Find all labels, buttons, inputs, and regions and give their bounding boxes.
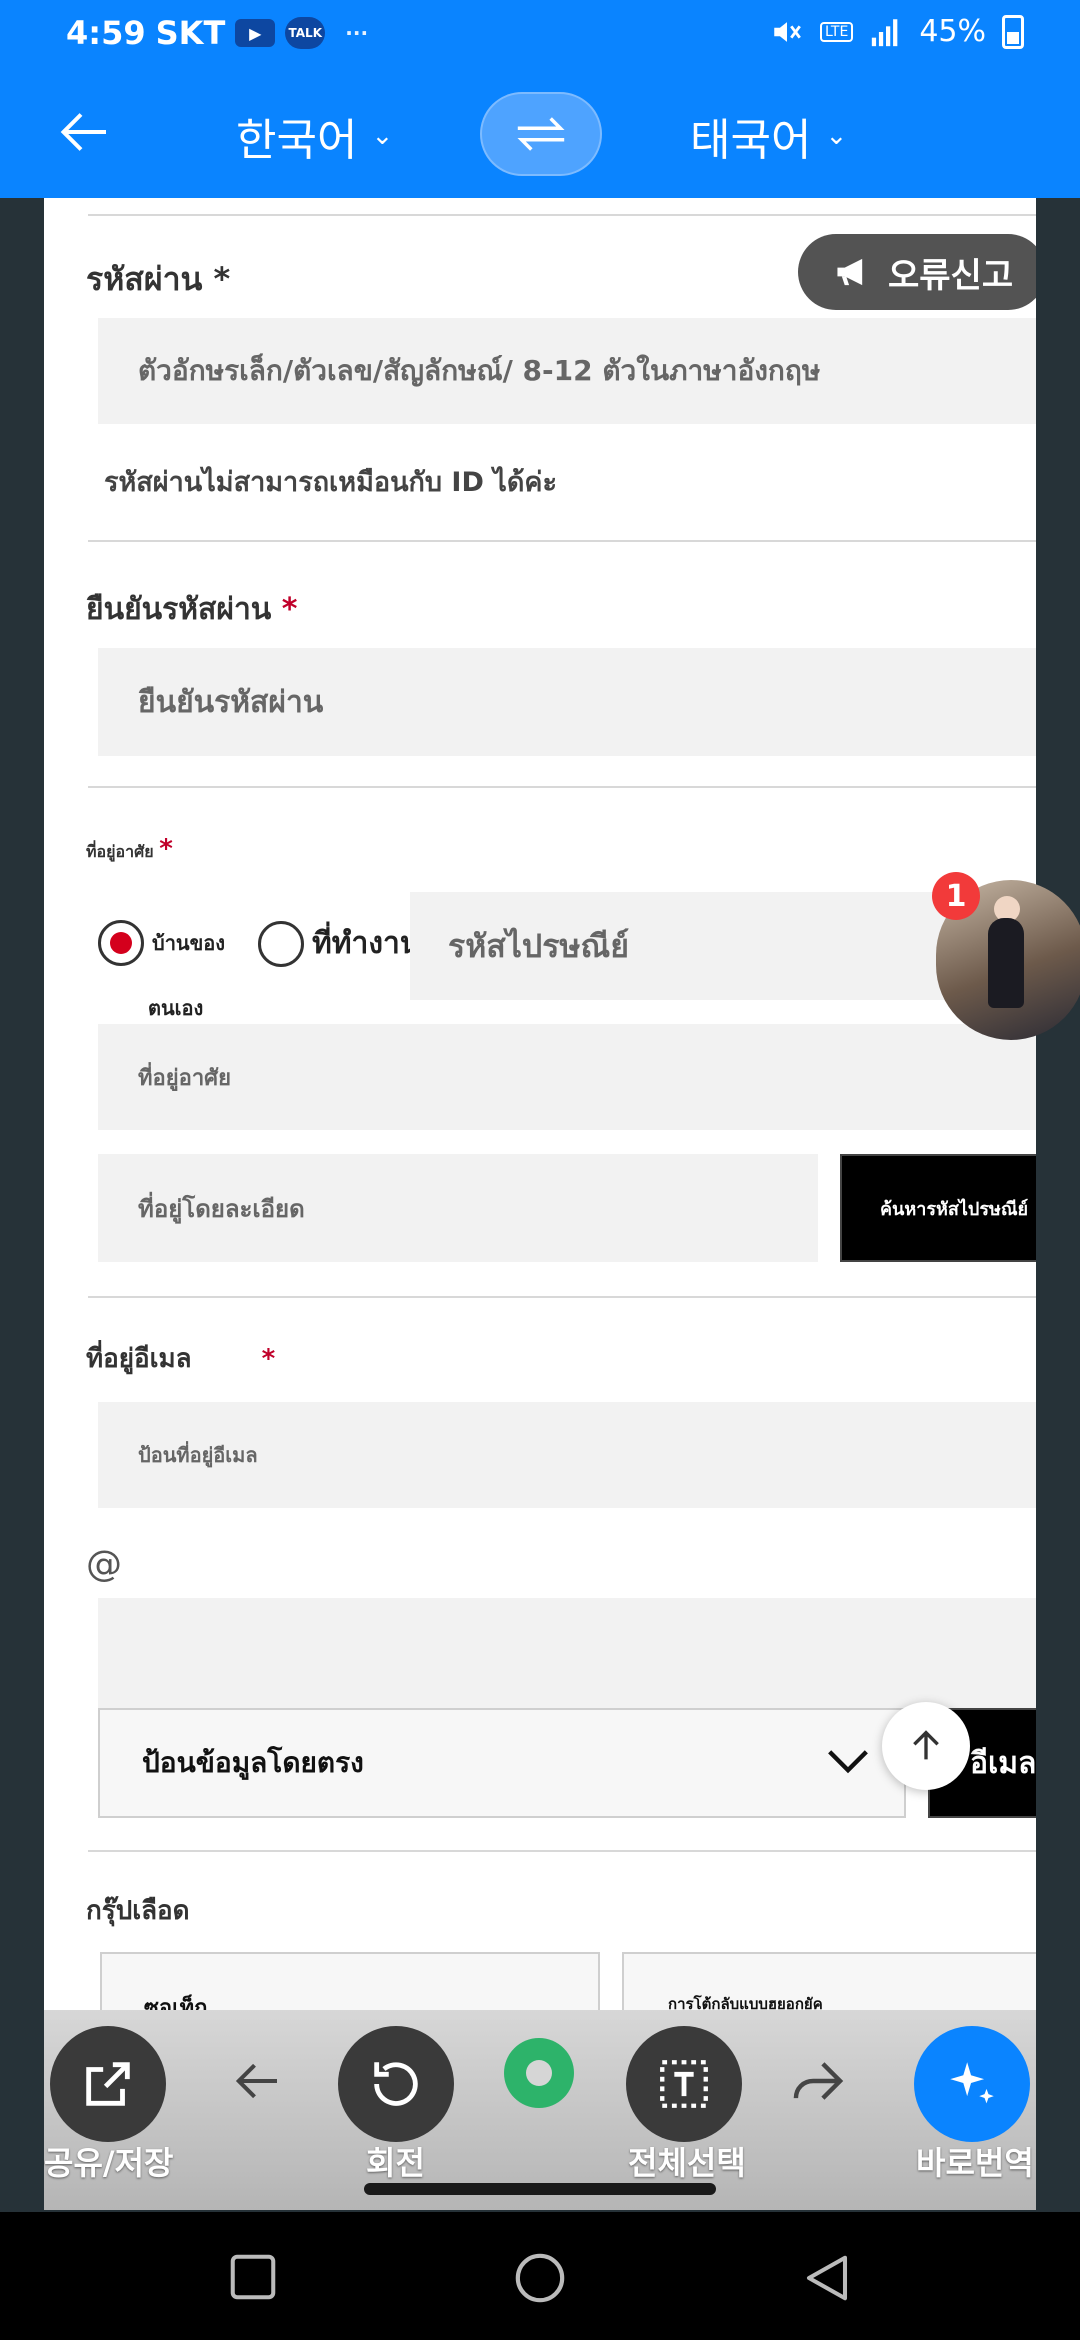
instant-translate-button[interactable] [914, 2026, 1030, 2142]
divider [88, 1850, 1036, 1852]
home-indicator [364, 2183, 716, 2195]
email-domain-select[interactable]: ป้อนข้อมูลโดยตรง [98, 1708, 906, 1818]
select-all-label: 전체선택 [628, 2144, 746, 2182]
system-nav-bar [0, 2212, 1080, 2340]
select-all-button[interactable] [626, 2026, 742, 2142]
chevron-down-icon: ⌄ [825, 121, 848, 151]
record-button[interactable] [504, 2038, 574, 2108]
detailed-address-input[interactable]: ที่อยู่โดยละเอียด [98, 1154, 818, 1262]
mute-icon [774, 21, 801, 42]
text-select-icon [660, 2060, 708, 2108]
password-note: รหัสผ่านไม่สามารถเหมือนกับ ID ได้ค่ะ [104, 467, 557, 498]
rotate-icon [374, 2062, 418, 2106]
radio-home-label-2: ตนเอง [148, 996, 204, 1020]
back-triangle-icon[interactable] [800, 2250, 854, 2306]
redo-arrow-icon[interactable] [788, 2054, 848, 2108]
confirm-password-input[interactable]: ยืนยันรหัสผ่าน [98, 648, 1036, 756]
rotate-label: 회전 [366, 2144, 425, 2182]
status-bar: 4:59 SKT ▶ TALK ··· LTE 45% [0, 0, 1080, 70]
chevron-down-icon [828, 1750, 868, 1774]
swap-languages-button[interactable] [480, 92, 602, 176]
bottom-toolbar: 공유/저장 회전 전체선택 바로번역 [44, 2010, 1036, 2210]
swap-icon [517, 117, 565, 151]
email-domain-input[interactable] [98, 1598, 1036, 1708]
password-input[interactable]: ตัวอักษรเล็ก/ตัวเลข/สัญลักษณ์/ 8-12 ตัวใ… [98, 318, 1036, 424]
divider [88, 214, 1036, 216]
home-icon[interactable] [512, 2250, 568, 2306]
app-header: 4:59 SKT ▶ TALK ··· LTE 45% 한국어 ⌄ 태국어 ⌄ [0, 0, 1080, 198]
talk-icon: TALK [285, 17, 326, 49]
postal-search-button[interactable]: ค้นหารหัสไปรษณีย์ [840, 1154, 1036, 1262]
clock: 4:59 [66, 14, 146, 52]
blood-rh-select[interactable]: การโต้กลับแบบฮยอกยัค [622, 1952, 1036, 2011]
youtube-icon: ▶ [235, 19, 276, 47]
at-sign: @ [86, 1544, 122, 1585]
recent-apps-icon[interactable] [226, 2250, 280, 2304]
chevron-down-icon: ⌄ [371, 121, 394, 151]
back-arrow-icon[interactable] [56, 102, 116, 162]
target-language-select[interactable]: 태국어 ⌄ [690, 104, 847, 168]
battery-percent: 45% [919, 14, 986, 49]
radio-workplace[interactable]: ที่ทำงาน [258, 920, 420, 967]
share-save-button[interactable] [50, 2026, 166, 2142]
email-label: ที่อยู่อีเมล * [86, 1344, 276, 1374]
target-language-label: 태국어 [690, 115, 812, 166]
battery-icon [1002, 14, 1024, 49]
share-save-label: 공유/저장 [44, 2144, 174, 2182]
more-notifications-icon: ··· [345, 21, 369, 45]
address-input[interactable]: ที่อยู่อาศัย [98, 1024, 1036, 1130]
radio-selected-icon [98, 920, 144, 966]
source-language-label: 한국어 [236, 115, 358, 166]
lte-icon: LTE [820, 21, 854, 42]
divider [88, 786, 1036, 788]
blood-type-select[interactable]: ซอเท็ก [100, 1952, 600, 2011]
sparkle-icon [950, 2062, 994, 2104]
notification-badge: 1 [932, 872, 980, 920]
undo-arrow-icon[interactable] [232, 2054, 286, 2108]
report-error-button[interactable]: 오류신고 [798, 234, 1036, 310]
confirm-password-label: ยืนยันรหัสผ่าน * [86, 592, 298, 627]
megaphone-icon [837, 258, 863, 286]
share-icon [86, 2062, 130, 2106]
divider [88, 540, 1036, 542]
blood-type-label: กรุ๊ปเลือด [86, 1896, 190, 1926]
report-error-label: 오류신고 [888, 255, 1014, 296]
divider [88, 1296, 1036, 1298]
signal-icon [872, 18, 898, 46]
password-label: รหัสผ่าน * [86, 260, 231, 298]
carrier: SKT [155, 14, 226, 52]
address-label: ที่อยู่อาศัย * [86, 834, 173, 864]
source-language-select[interactable]: 한국어 ⌄ [236, 104, 393, 168]
radio-unselected-icon [258, 920, 304, 967]
instant-translate-label: 바로번역 [916, 2144, 1034, 2182]
record-dot-icon [526, 2060, 552, 2086]
email-input[interactable]: ป้อนที่อยู่อีเมล [98, 1402, 1036, 1508]
scroll-top-button[interactable] [882, 1702, 970, 1790]
radio-home[interactable]: บ้านของ [98, 920, 225, 966]
arrow-up-icon [913, 1730, 939, 1760]
rotate-button[interactable] [338, 2026, 454, 2142]
